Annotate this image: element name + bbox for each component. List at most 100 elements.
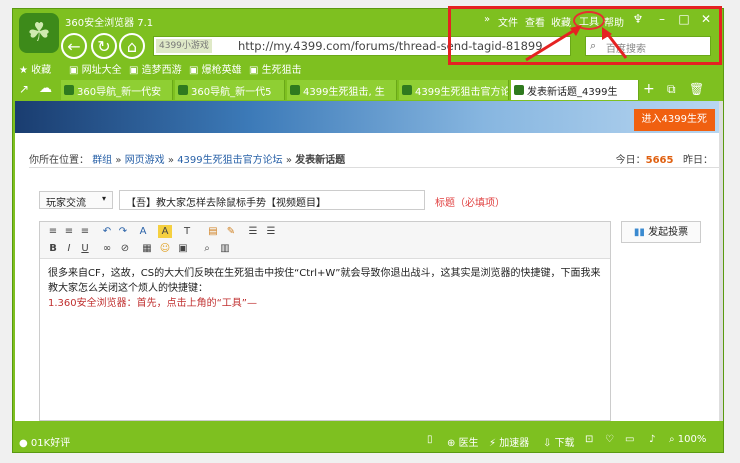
accelerator-button[interactable]: ⚡ 加速器 (489, 434, 529, 449)
trash-icon[interactable]: 🗑 (689, 82, 704, 96)
editor-body[interactable]: 很多来自CF，这故，CS的大大们反映在生死狙击中按住“Ctrl+W”就会导致你退… (48, 266, 603, 311)
bookmark-label: 爆枪英雄 (201, 65, 242, 76)
screenshot-icon[interactable]: ⊡ (585, 434, 593, 445)
breadcrumb-sep: » (285, 155, 292, 166)
home-button[interactable]: ⌂ (119, 33, 145, 59)
align-left-icon[interactable]: ≡ (46, 225, 60, 238)
enter-game-button[interactable]: 进入4399生死 (633, 109, 715, 131)
bar-chart-icon: ▮▮ (633, 227, 645, 238)
zoom-icon[interactable]: ⌕ (200, 242, 214, 255)
breadcrumb-groups[interactable]: 群组 (92, 155, 112, 166)
doctor-label: 医生 (458, 438, 479, 449)
phone-icon[interactable]: ▯ (427, 434, 433, 445)
tab-360-nav-2[interactable]: 360导航_新一代5 (175, 80, 285, 100)
link-icon[interactable]: ∞ (100, 242, 114, 255)
360-browser-logo[interactable]: ☘ (19, 13, 59, 53)
bookmark-baoqiang[interactable]: ▣ 爆枪英雄 (189, 61, 242, 76)
tab-new-topic[interactable]: 发表新话题_4399生 (511, 80, 639, 100)
brush-icon[interactable]: ✎ (224, 225, 238, 238)
window-icon[interactable]: ▭ (625, 434, 634, 445)
divider (29, 167, 719, 168)
bookmark-zaomeng[interactable]: ▣ 造梦西游 (129, 61, 182, 76)
bookmark-label: 收藏 (31, 65, 52, 76)
tab-label: 360导航_新一代5 (191, 87, 272, 98)
emoji-icon[interactable]: ☺ (158, 242, 172, 255)
image-icon[interactable]: ▣ (176, 242, 190, 255)
bullet-list-icon[interactable]: ☰ (264, 225, 278, 238)
new-tab-icon[interactable]: + (643, 81, 655, 97)
bookmark-shengsi[interactable]: ▣ 生死狙击 (249, 61, 302, 76)
zoom-status[interactable]: ⌕ 100% (669, 434, 706, 445)
game-banner: 进入4399生死 (15, 101, 719, 133)
required-hint: 标题（必填项） (435, 198, 505, 209)
tab-label: 4399生死狙击官方论 (415, 87, 509, 98)
page-content: 进入4399生死 你所在位置： 群组 » 网页游戏 » 4399生死狙击官方论坛… (15, 101, 719, 421)
rating-status[interactable]: ● 01K好评 (19, 434, 70, 449)
unlink-icon[interactable]: ⊘ (118, 242, 132, 255)
yesterday-label: 昨日： (683, 155, 713, 166)
volume-icon[interactable]: ♪ (649, 434, 655, 445)
back-button[interactable]: ← (61, 33, 87, 59)
tab-360-nav-1[interactable]: 360导航_新一代安 (61, 80, 173, 100)
tab-label: 发表新话题_4399生 (527, 87, 618, 98)
breadcrumb-current: 发表新话题 (295, 155, 346, 166)
poll-label: 发起投票 (648, 227, 689, 238)
redo-icon[interactable]: ↷ (116, 225, 130, 238)
align-center-icon[interactable]: ≡ (62, 225, 76, 238)
tab-bar: ↗ ☁ 360导航_新一代安 360导航_新一代5 4399生死狙击, 生 43… (13, 79, 723, 101)
editor-toolbar: ≡ ≡ ≡ ↶ ↷ A A T ▤ ✎ ☰ ☰ B I U ∞ ⊘ ▦ ☺ ▣ (40, 222, 610, 259)
page-scrollbar[interactable] (719, 101, 723, 421)
undo-icon[interactable]: ↶ (100, 225, 114, 238)
site-badge[interactable]: 4399小游戏 (156, 39, 212, 53)
window-title: 360安全浏览器 7.1 (65, 18, 154, 29)
tab-shengsi[interactable]: 4399生死狙击, 生 (287, 80, 397, 100)
bookmark-favorites[interactable]: ★ 收藏 (19, 61, 51, 76)
numbered-list-icon[interactable]: ☰ (246, 225, 260, 238)
today-label: 今日： (615, 155, 646, 166)
tab-label: 4399生死狙击, 生 (303, 87, 385, 98)
bookmark-nav[interactable]: ▣ 网址大全 (69, 61, 122, 76)
accel-label: 加速器 (499, 438, 530, 449)
source-icon[interactable]: ▥ (218, 242, 232, 255)
bold-icon[interactable]: B (46, 242, 60, 255)
category-select[interactable]: 玩家交流 ▾ (39, 191, 113, 209)
download-button[interactable]: ⇩ 下载 (543, 434, 575, 449)
breadcrumb-prefix: 你所在位置： (29, 155, 89, 166)
forum-stats: 今日：5665 昨日： (616, 151, 713, 166)
font-color-icon[interactable]: A (136, 225, 150, 238)
chevron-down-icon: ▾ (101, 194, 106, 203)
tab-list-icon[interactable]: ⧉ (667, 82, 676, 97)
tab-shengsi-forum[interactable]: 4399生死狙击官方论 (399, 80, 509, 100)
editor-line: 很多来自CF，这故，CS的大大们反映在生死狙击中按住“Ctrl+W”就会导致你退… (48, 268, 601, 294)
bookmark-label: 造梦西游 (141, 65, 182, 76)
italic-icon[interactable]: I (62, 242, 76, 255)
today-count: 5665 (645, 155, 674, 166)
cloud-icon[interactable]: ☁ (39, 81, 52, 96)
table-icon[interactable]: ▦ (140, 242, 154, 255)
breadcrumb-sep: » (167, 155, 174, 166)
tab-label: 360导航_新一代安 (77, 87, 162, 98)
post-editor[interactable]: ≡ ≡ ≡ ↶ ↷ A A T ▤ ✎ ☰ ☰ B I U ∞ ⊘ ▦ ☺ ▣ (39, 221, 611, 421)
status-bar: ● 01K好评 ▯ ⊕ 医生 ⚡ 加速器 ⇩ 下载 ⊡ ♡ ▭ ♪ ⌕ 100% (13, 427, 723, 452)
start-poll-button[interactable]: ▮▮ 发起投票 (621, 221, 701, 243)
breadcrumb-forum[interactable]: 4399生死狙击官方论坛 (177, 155, 282, 166)
subject-input[interactable]: 【吾】教大家怎样去除鼠标手势【视频题目】 (119, 190, 425, 210)
share-icon[interactable]: ↗ (19, 82, 29, 96)
underline-icon[interactable]: U (78, 242, 92, 255)
breadcrumb: 你所在位置： 群组 » 网页游戏 » 4399生死狙击官方论坛 » 发表新话题 (29, 151, 345, 166)
highlight-color-icon[interactable]: A (158, 225, 172, 238)
breadcrumb-sep: » (115, 155, 122, 166)
download-label: 下载 (554, 438, 575, 449)
zoom-label: 100% (677, 434, 707, 445)
breadcrumb-webgames[interactable]: 网页游戏 (125, 155, 165, 166)
heart-icon[interactable]: ♡ (605, 434, 614, 445)
editor-line: 1.360安全浏览器：首先，点击上角的“工具”— (48, 298, 257, 309)
refresh-button[interactable]: ↻ (91, 33, 117, 59)
browser-window: ☘ 360安全浏览器 7.1 » 文件 查看 收藏 工具 帮助 ♆ – □ ✕ … (12, 8, 724, 453)
align-right-icon[interactable]: ≡ (78, 225, 92, 238)
rating-label: 01K好评 (30, 438, 71, 449)
annotation-highlight-box (448, 6, 722, 65)
doctor-button[interactable]: ⊕ 医生 (447, 434, 479, 449)
font-size-icon[interactable]: T (180, 225, 194, 238)
paste-icon[interactable]: ▤ (206, 225, 220, 238)
